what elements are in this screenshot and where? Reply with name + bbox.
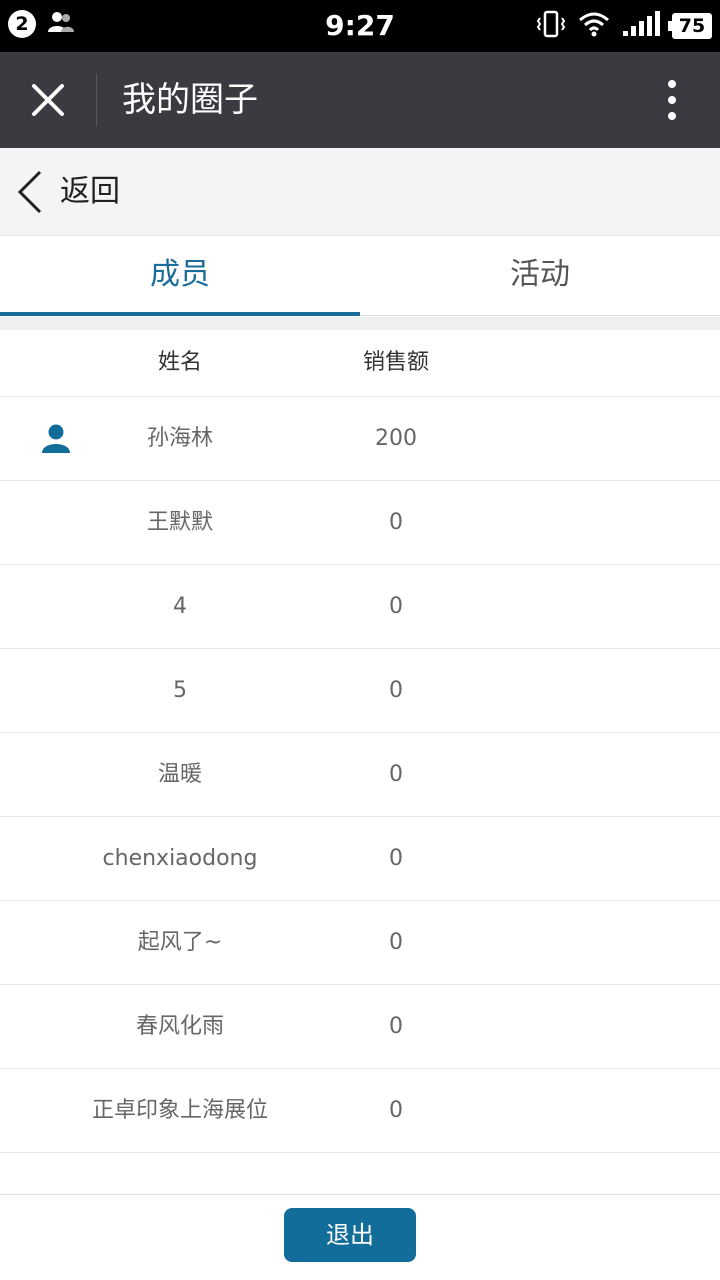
status-right: 75: [536, 10, 712, 42]
more-menu-button[interactable]: [660, 74, 684, 126]
member-name: chenxiaodong: [102, 846, 258, 871]
table-header: 姓名 销售额: [0, 330, 720, 397]
member-sales: 0: [389, 678, 403, 703]
back-button-label[interactable]: 返回: [60, 172, 120, 212]
member-name: 春风化雨: [135, 1014, 224, 1039]
member-name: 5: [173, 678, 187, 703]
member-sales: 0: [389, 510, 403, 535]
tab-bar: 成员 活动: [0, 236, 720, 316]
tab-members[interactable]: 成员: [0, 236, 360, 316]
active-tab-indicator: [0, 312, 360, 316]
exit-button[interactable]: 退出: [284, 1208, 416, 1262]
close-icon: [32, 84, 64, 116]
close-button[interactable]: [24, 76, 72, 124]
member-sales: 0: [389, 930, 403, 955]
table-row[interactable]: 起风了~ 0: [0, 901, 720, 985]
more-dots-icon: [668, 80, 676, 88]
member-table: 姓名 销售额 孙海林 200 王默默 0 4 0 5 0 温暖 0 chenxi…: [0, 330, 720, 1195]
bottom-bar: 退出: [0, 1194, 720, 1280]
page-title: 我的圈子: [122, 80, 258, 120]
member-sales: 200: [375, 426, 417, 451]
title-divider: [96, 74, 97, 126]
member-name: 正卓印象上海展位: [91, 1098, 268, 1123]
header-sales: 销售额: [362, 350, 429, 375]
status-bar: 2 9:27 75: [0, 0, 720, 52]
member-sales: 0: [389, 594, 403, 619]
header-name: 姓名: [157, 350, 202, 375]
member-sales: 0: [389, 1014, 403, 1039]
wifi-icon: [578, 11, 610, 41]
vibrate-icon: [536, 10, 566, 42]
signal-icon: [622, 11, 660, 41]
table-row[interactable]: 王默默 0: [0, 481, 720, 565]
table-row[interactable]: chenxiaodong 0: [0, 817, 720, 901]
title-bar: 我的圈子: [0, 52, 720, 148]
member-sales: 0: [389, 762, 403, 787]
table-row[interactable]: 5 0: [0, 649, 720, 733]
tab-activities[interactable]: 活动: [360, 236, 720, 316]
chevron-left-icon: [17, 170, 42, 214]
member-name: 4: [173, 594, 187, 619]
battery-icon: 75: [668, 13, 712, 39]
member-sales: 0: [389, 1098, 403, 1123]
table-row[interactable]: 春风化雨 0: [0, 985, 720, 1069]
member-name: 温暖: [157, 762, 202, 787]
table-row[interactable]: 孙海林 200: [0, 397, 720, 481]
table-row[interactable]: 4 0: [0, 565, 720, 649]
back-bar[interactable]: 返回: [0, 148, 720, 236]
table-row-partial: [0, 1153, 720, 1195]
table-row[interactable]: 正卓印象上海展位 0: [0, 1069, 720, 1153]
table-row[interactable]: 温暖 0: [0, 733, 720, 817]
member-name: 孙海林: [146, 426, 213, 451]
member-name: 王默默: [146, 510, 213, 535]
member-sales: 0: [389, 846, 403, 871]
member-name: 起风了~: [137, 930, 223, 955]
section-divider: [0, 317, 720, 330]
